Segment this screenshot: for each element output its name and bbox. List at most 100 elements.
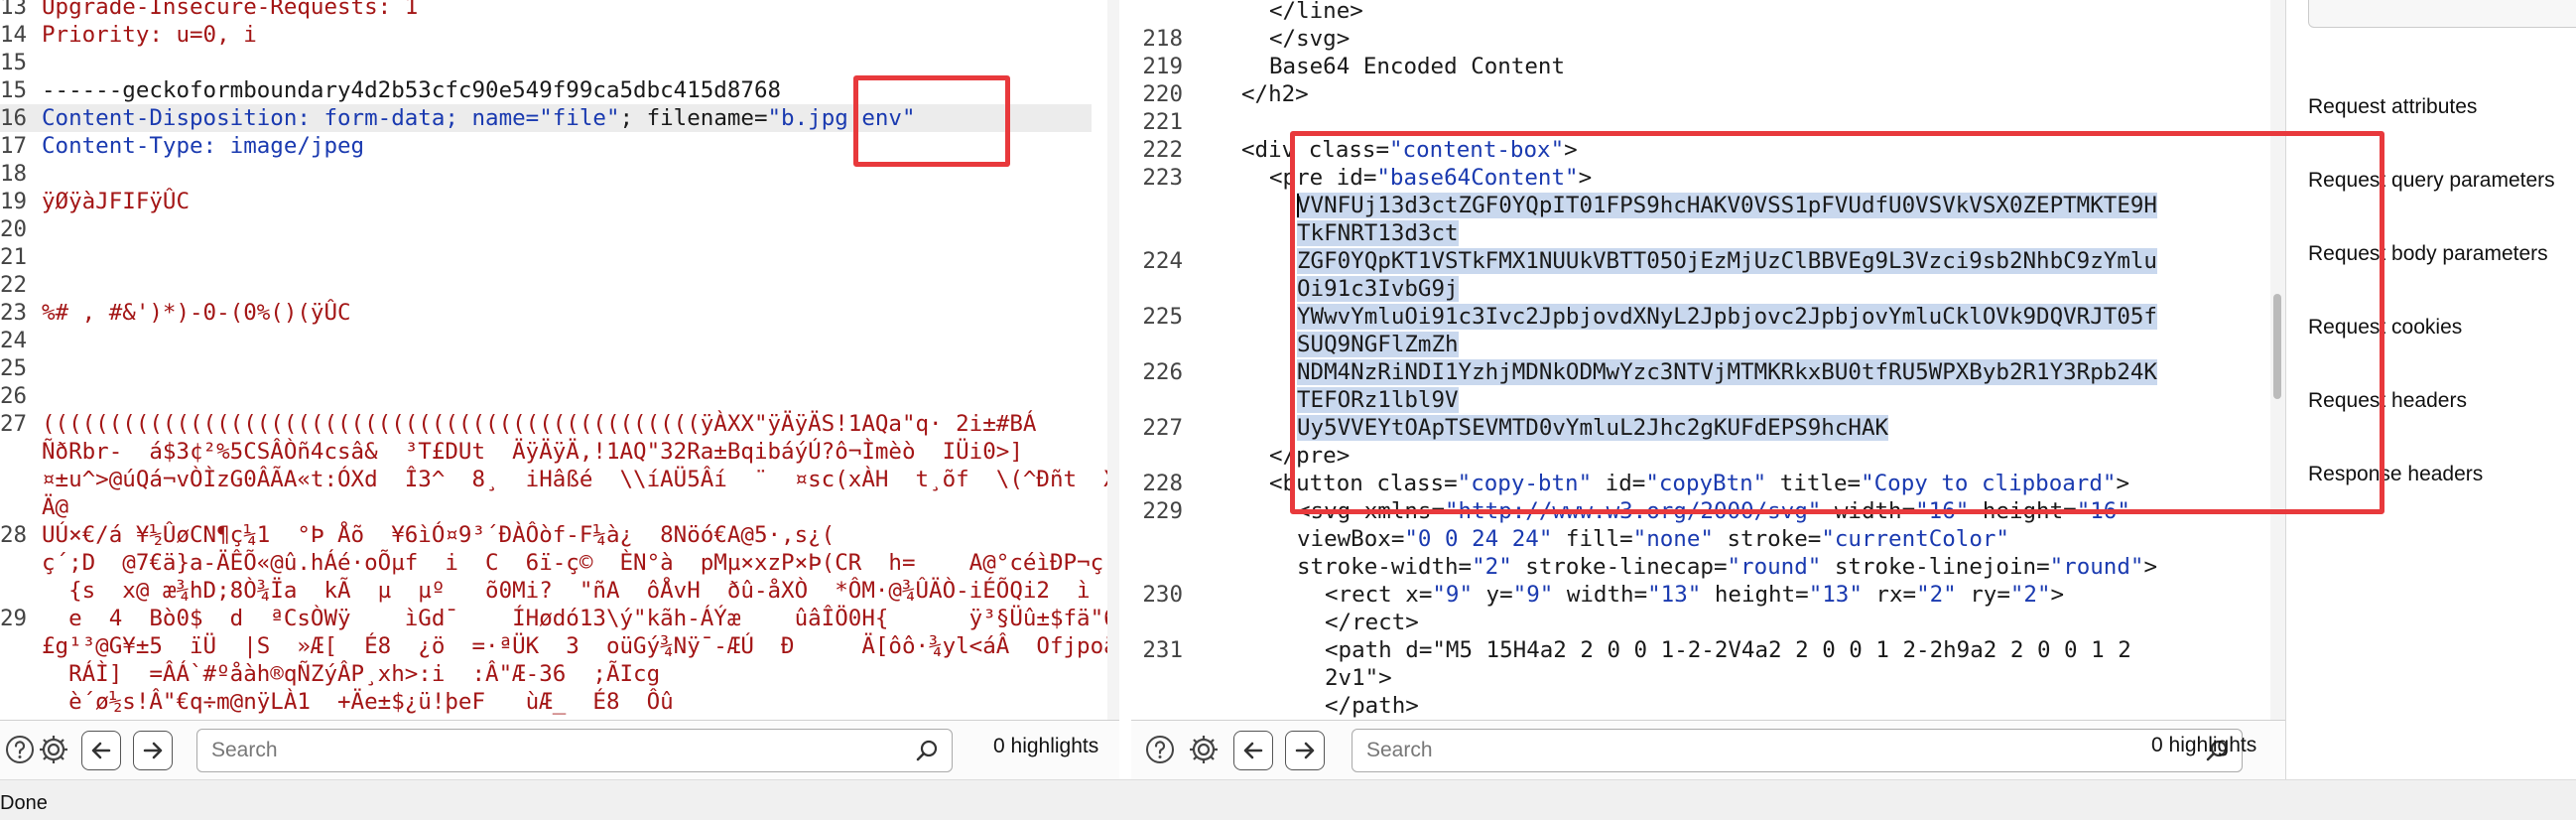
response-line[interactable]: <path d="M5 15H4a2 2 0 0 1-2-2V4a2 2 0 0… [1325,636,2131,664]
selected-text: YWwvYmluOi91c3Ivc2JpbjovdXNyL2Jpbjovc2Jp… [1297,304,2157,330]
line-number: 18 [0,161,28,187]
settings-gear-icon[interactable] [1186,732,1222,767]
request-line[interactable]: ¤±u^>@úQá¬vÒÌzG0ÂÃA«t:ÓXd Î3^ 8¸ iHâßé \… [42,466,1117,493]
request-line[interactable]: {s x@ æ¾hD;8Ò¾Ïa kÃ µ µº õ0Mi? "ñA ôÅvH … [42,577,1091,605]
response-line[interactable]: <button class="copy-btn" id="copyBtn" ti… [1269,470,2129,497]
request-scrollbar[interactable] [1107,0,1119,720]
request-line[interactable]: ------geckoformboundary4d2b53cfc90e549f9… [42,76,781,104]
line-number: 218 [1142,26,1183,52]
next-arrow-button[interactable] [133,731,173,770]
base64-selected-line[interactable]: ZGF0YQpKT1VSTkFMX1NUUkVBTT05OjEzMjUzClBB… [1297,247,2157,275]
base64-selected-line[interactable]: YWwvYmluOi91c3Ivc2JpbjovdXNyL2Jpbjovc2Jp… [1297,303,2157,331]
request-line[interactable]: RÁÌ] =ÂÁ`#ºåàh®qÑZýÂP¸xh>:i :Â"Æ-36 ;ÃIc… [42,660,660,688]
inspector-request-query-parameters[interactable]: Request query parameters [2308,169,2555,193]
request-line[interactable]: %# , #&')*)-0-(0%()(ÿÛC [42,299,351,327]
response-line[interactable]: </pre> [1269,442,1350,470]
response-line[interactable]: </line> [1269,0,1363,25]
base64-selected-line[interactable]: VVNFUj13d3ctZGF0YQpIT01FPS9hcHAKV0VSS1pF… [1297,192,2157,219]
help-icon[interactable] [2,732,38,767]
request-line[interactable]: UÚ×€/á ¥½ÛøCN¶ç¼1 °Þ Åõ ¥6ìÓ¤9³´ÐÀÔòf-F¼… [42,521,835,549]
line-number: 15 [0,50,28,75]
line-number: 219 [1142,54,1183,79]
request-line[interactable]: Content-Type: image/jpeg [42,132,364,160]
line-number: 26 [0,383,28,409]
base64-selected-line[interactable]: Oi91c3IvbG9j [1297,275,1459,303]
status-text: Done [0,792,48,814]
text-cursor [1297,194,1299,217]
line-number: 24 [0,328,28,353]
response-scroll-thumb[interactable] [2273,294,2281,399]
line-number: 13 [0,0,28,20]
burp-repeater-window: 13 Upgrade-Insecure-Requests: 1 14 Priority… [0,0,2576,820]
response-line[interactable]: </path> [1325,692,1419,720]
response-code[interactable]: </line> 218 </svg> 219 Base64 Encoded Conten… [1131,0,2285,720]
response-line[interactable]: <svg xmlns="http://www.w3.org/2000/svg" … [1297,497,2130,525]
selected-text: TEFORz1lbl9V [1297,387,1459,413]
base64-selected-line[interactable]: Uy5VVEYtOApTSEVMTD0vYmluL2Jhc2gKUFdEPS9h… [1297,414,1889,442]
response-line[interactable]: </rect> [1325,609,1419,636]
request-line[interactable]: Priority: u=0, i [42,21,257,49]
response-line[interactable]: viewBox="0 0 24 24" fill="none" stroke="… [1297,525,2009,553]
request-line[interactable]: ÿØÿàJFIFÿÛC [42,188,190,215]
request-line[interactable]: ÑðRbr- á$3¢²%5CSÂÒñ4csâ& ³T£DUt ÄÿÄÿÄ,!1… [42,438,1023,466]
line-number: 229 [1142,498,1183,524]
response-line[interactable]: </h2> [1241,80,1309,108]
request-line[interactable]: e 4 Bò0$ d ªCsÒWÿ ìGd¯ ÍHødó13\ý"kãh-ÁÝæ… [42,605,1119,632]
search-icon[interactable] [916,739,940,762]
response-line[interactable]: stroke-width="2" stroke-linecap="round" … [1297,553,2157,581]
inspector-request-body-parameters[interactable]: Request body parameters [2308,242,2548,266]
response-scrollbar[interactable] [2270,0,2285,720]
selected-text: SUQ9NGFlZmZh [1297,332,1459,357]
request-line[interactable]: Ä@ [42,493,68,521]
line-number: 230 [1142,582,1183,608]
request-search-input[interactable]: Search [196,729,953,772]
response-line[interactable]: <pre id="base64Content"> [1269,164,1592,192]
request-line[interactable]: Upgrade-Insecure-Requests: 1 [42,0,418,21]
response-line[interactable]: 2v1"> [1325,664,1392,692]
request-code[interactable]: 13 Upgrade-Insecure-Requests: 1 14 Priority… [0,0,1119,720]
base64-selected-line[interactable]: TkFNRT13d3ct [1297,219,1459,247]
content-disposition-line[interactable]: Content-Disposition: form-data; name="fi… [42,104,916,132]
disposition-part: Content-Disposition: form-data; name= [42,105,540,131]
response-line[interactable]: </svg> [1269,25,1350,53]
response-search-input[interactable]: Search [1352,729,2243,772]
inspector-response-headers[interactable]: Response headers [2308,463,2483,486]
request-editor[interactable]: 13 Upgrade-Insecure-Requests: 1 14 Priority… [0,0,1119,720]
previous-arrow-button[interactable] [81,731,121,770]
previous-arrow-button[interactable] [1233,731,1273,770]
line-number: 224 [1142,248,1183,274]
request-line[interactable]: ç´;D @7€ä}a-ÄÊÕ«@û.hÁé·oÕµf i C 6ï-ç© ÈN… [42,549,1117,577]
inspector-panel: Request attributes Request query paramet… [2285,0,2576,779]
response-editor[interactable]: </line> 218 </svg> 219 Base64 Encoded Conten… [1131,0,2285,720]
response-line[interactable]: Base64 Encoded Content [1269,53,1565,80]
inspector-request-cookies[interactable]: Request cookies [2308,316,2462,340]
selected-text: Oi91c3IvbG9j [1297,276,1459,302]
inspector-request-attributes[interactable]: Request attributes [2308,95,2477,119]
selected-text: NDM4NzRiNDI1YzhjMDNkODMwYzc3NTVjMTMKRkxB… [1297,359,2157,385]
request-line[interactable]: è´ø½s!Â"€q÷m@nÿLÀ1 +Äe±$¿ü!þeF ùÆ_ É8 Ôû [42,688,674,716]
request-line[interactable]: ((((((((((((((((((((((((((((((((((((((((… [42,410,1036,438]
response-line[interactable]: <div class="content-box"> [1241,136,1578,164]
help-icon[interactable] [1142,732,1178,767]
selected-text: VVNFUj13d3ctZGF0YQpIT01FPS9hcHAKV0VSS1pF… [1297,193,2157,218]
arrow-left-icon [1243,742,1263,759]
line-number: 223 [1142,165,1183,191]
base64-selected-line[interactable]: SUQ9NGFlZmZh [1297,331,1459,358]
arrow-right-icon [143,742,163,759]
next-arrow-button[interactable] [1285,731,1325,770]
base64-selected-line[interactable]: NDM4NzRiNDI1YzhjMDNkODMwYzc3NTVjMTMKRkxB… [1297,358,2157,386]
line-number: 23 [0,300,28,326]
line-number: 226 [1142,359,1183,385]
line-number: 222 [1142,137,1183,163]
base64-selected-line[interactable]: TEFORz1lbl9V [1297,386,1459,414]
line-number: 15 [0,77,28,103]
line-number: 27 [0,411,28,437]
response-line[interactable]: <rect x="9" y="9" width="13" height="13"… [1325,581,2064,609]
request-line[interactable]: £g¹³@G¥±5 ïÜ |S »Æ[ É8 ¿ö =·ªÜK 3 oüGý¾N… [42,632,1119,660]
inspector-search-box[interactable] [2308,0,2576,28]
status-bar: Done [0,779,2576,820]
inspector-request-headers[interactable]: Request headers [2308,389,2467,413]
arrow-left-icon [91,742,111,759]
line-number: 25 [0,355,28,381]
settings-gear-icon[interactable] [36,732,71,767]
